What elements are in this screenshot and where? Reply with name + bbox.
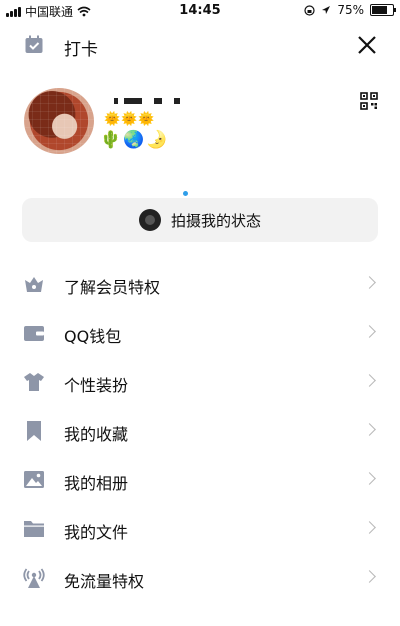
vip-crown-icon xyxy=(25,277,43,292)
close-icon[interactable] xyxy=(356,34,378,56)
menu-item-wallet[interactable]: QQ钱包 xyxy=(0,309,400,358)
chevron-right-icon xyxy=(363,423,376,436)
menu-item-label: 我的相册 xyxy=(64,474,129,493)
chevron-right-icon xyxy=(363,570,376,583)
qr-code-icon[interactable] xyxy=(360,92,378,110)
chevron-right-icon xyxy=(363,325,376,338)
menu-item-label: 了解会员特权 xyxy=(64,278,161,297)
checkin-label[interactable]: 打卡 xyxy=(64,35,98,60)
drawer-menu: 了解会员特权 QQ钱包 个性装扮 我的收藏 我的相册 我的文件 免流量特权 xyxy=(0,260,400,603)
level-icons: 🌞🌞🌞 xyxy=(104,112,156,127)
capture-status-button[interactable]: 拍摄我的状态 xyxy=(22,191,378,242)
menu-item-album[interactable]: 我的相册 xyxy=(0,456,400,505)
chevron-right-icon xyxy=(363,472,376,485)
location-arrow-icon xyxy=(322,6,331,14)
menu-item-label: 免流量特权 xyxy=(64,572,145,591)
profile-badges[interactable]: 🌵🌏🌛 xyxy=(100,130,170,150)
wallet-icon xyxy=(24,326,44,341)
menu-item-vip[interactable]: 了解会员特权 xyxy=(0,260,400,309)
image-icon xyxy=(24,471,44,488)
screen-lock-icon xyxy=(304,4,315,16)
drawer-header: 打卡 xyxy=(0,28,400,64)
battery-icon xyxy=(370,4,396,16)
menu-item-label: QQ钱包 xyxy=(64,327,122,346)
checkin-calendar-icon[interactable] xyxy=(24,35,44,55)
folder-icon xyxy=(24,521,44,537)
bookmark-icon xyxy=(27,421,41,441)
avatar[interactable] xyxy=(24,88,94,154)
shirt-icon xyxy=(24,373,44,391)
menu-item-free-data[interactable]: 免流量特权 xyxy=(0,554,400,603)
menu-item-label: 我的收藏 xyxy=(64,425,129,444)
menu-item-label: 个性装扮 xyxy=(64,376,129,395)
menu-item-favorites[interactable]: 我的收藏 xyxy=(0,407,400,456)
chevron-right-icon xyxy=(363,521,376,534)
menu-item-files[interactable]: 我的文件 xyxy=(0,505,400,554)
menu-item-personalize[interactable]: 个性装扮 xyxy=(0,358,400,407)
menu-item-label: 我的文件 xyxy=(64,523,129,542)
notification-dot xyxy=(183,191,188,196)
chevron-right-icon xyxy=(363,374,376,387)
nickname-redacted[interactable] xyxy=(114,98,180,104)
chevron-right-icon xyxy=(363,276,376,289)
capture-status-label: 拍摄我的状态 xyxy=(170,211,261,230)
battery-percent: 75% xyxy=(337,3,364,17)
status-bar: 中国联通 14:45 75% xyxy=(0,0,400,20)
antenna-icon xyxy=(23,568,45,588)
camera-icon xyxy=(138,209,161,231)
